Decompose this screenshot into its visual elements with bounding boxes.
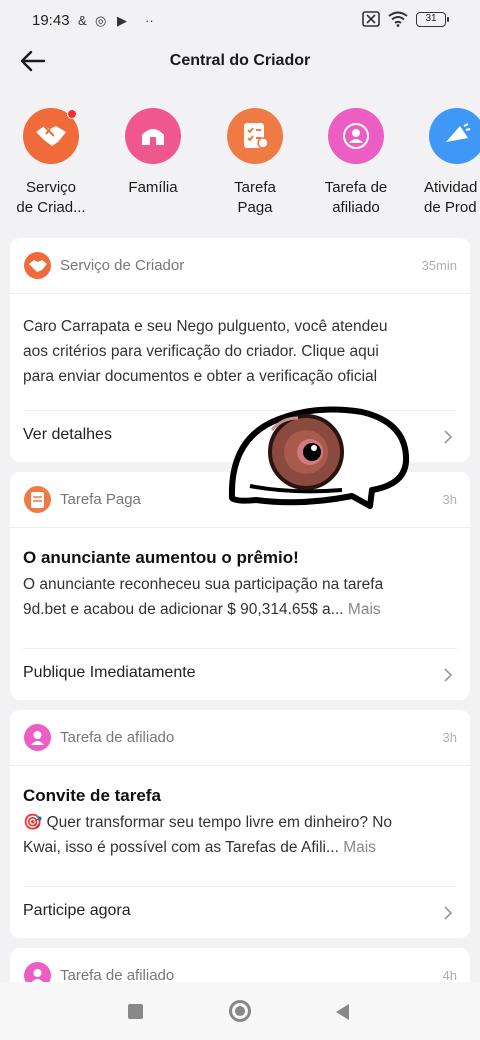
card-title: Convite de tarefa: [23, 786, 161, 805]
card-time: 3h: [442, 730, 457, 745]
card-body-line: 9d.bet e acabou de adicionar $ 90,314.65…: [23, 601, 344, 618]
header: Central do Criador: [0, 40, 480, 84]
category-label-line2: de Criad...: [16, 199, 86, 216]
card-body-line: 🎯 Quer transformar seu tempo livre em di…: [23, 814, 393, 831]
card-source: Tarefa Paga: [60, 491, 141, 508]
system-back-button[interactable]: [336, 1004, 349, 1020]
notification-card[interactable]: Tarefa de afiliado 4h: [10, 948, 470, 984]
card-header: Tarefa de afiliado 4h: [10, 948, 470, 984]
category-tarefa-paga[interactable]: Tarefa Paga: [205, 104, 305, 218]
system-navigation-bar: [0, 982, 480, 1040]
notification-icon: &: [78, 13, 87, 28]
wifi-icon: [388, 11, 408, 27]
status-time: 19:43: [32, 12, 70, 29]
status-bar: 19:43 & ◎ ▶ ·· 31: [0, 0, 480, 40]
affiliate-icon: [328, 108, 384, 164]
chevron-right-icon: [444, 430, 453, 444]
camera-notification-icon: ◎: [95, 13, 107, 28]
megaphone-icon: [429, 108, 480, 164]
category-label: Tarefa de: [324, 179, 388, 196]
home-button[interactable]: [229, 1000, 251, 1022]
card-action-label: Publique Imediatamente: [23, 664, 196, 681]
card-body: Caro Carrapata e seu Nego pulguento, voc…: [10, 314, 470, 389]
card-time: 4h: [442, 968, 457, 983]
category-label: Serviço: [25, 179, 77, 196]
category-tarefa-de-afiliado[interactable]: Tarefa de afiliado: [306, 104, 406, 218]
card-body-line: Caro Carrapata e seu Nego pulguento, voc…: [23, 318, 388, 335]
card-body-line: O anunciante reconheceu sua participação…: [23, 576, 384, 593]
category-label-line2: de Prod: [424, 199, 477, 216]
category-label-line2: Paga: [237, 199, 273, 216]
notification-card[interactable]: Tarefa de afiliado 3h Convite de tarefa …: [10, 710, 470, 938]
video-notification-icon: ▶: [117, 13, 127, 28]
more-notifications-icon: ··: [145, 13, 154, 28]
checklist-icon: [227, 108, 283, 164]
card-body-line: Kwai, isso é possível com as Tarefas de …: [23, 839, 339, 856]
chevron-right-icon: [444, 906, 453, 920]
card-body: 🎯 Quer transformar seu tempo livre em di…: [10, 810, 470, 860]
recent-apps-button[interactable]: [128, 1004, 143, 1019]
more-link[interactable]: Mais: [348, 601, 381, 618]
more-link[interactable]: Mais: [343, 839, 376, 856]
card-body-line: aos critérios para verificação do criado…: [23, 343, 379, 360]
category-label: Família: [128, 179, 178, 196]
participe-agora-link[interactable]: Participe agora: [23, 886, 457, 938]
page-title: Central do Criador: [169, 52, 311, 69]
category-label-line2: afiliado: [332, 199, 380, 216]
chevron-right-icon: [444, 668, 453, 682]
card-body-line: para enviar documentos e obter a verific…: [23, 368, 378, 385]
publique-imediatamente-link[interactable]: Publique Imediatamente: [23, 648, 457, 700]
card-title: O anunciante aumentou o prêmio!: [23, 548, 299, 567]
affiliate-icon: [24, 724, 51, 751]
battery-indicator: 31: [416, 11, 449, 27]
card-header: Tarefa de afiliado 3h: [10, 710, 470, 766]
card-header: Serviço de Criador 35min: [10, 238, 470, 294]
category-atividade-de-produto[interactable]: Atividad de Prod: [407, 104, 480, 218]
card-source: Serviço de Criador: [60, 257, 185, 274]
card-time: 35min: [421, 258, 457, 273]
card-action-label: Participe agora: [23, 902, 131, 919]
affiliate-icon: [24, 962, 51, 984]
category-shortcuts: Serviço de Criad... Família Tarefa Paga Ta…: [0, 104, 480, 224]
category-familia[interactable]: Família: [103, 104, 203, 198]
sim-off-icon: [362, 11, 380, 27]
handshake-icon: [23, 108, 79, 164]
card-time: 3h: [442, 492, 457, 507]
notification-badge: [67, 109, 77, 119]
handshake-icon: [24, 252, 51, 279]
category-label: Atividad: [424, 179, 478, 196]
category-label: Tarefa: [234, 179, 276, 196]
checklist-icon: [24, 486, 51, 513]
card-source: Tarefa de afiliado: [60, 729, 175, 746]
house-icon: [125, 108, 181, 164]
card-body: O anunciante reconheceu sua participação…: [10, 572, 470, 622]
eye-doodle-drawing: [228, 406, 410, 509]
category-servico-de-criador[interactable]: Serviço de Criad...: [1, 104, 101, 218]
card-action-label: Ver detalhes: [23, 426, 112, 443]
